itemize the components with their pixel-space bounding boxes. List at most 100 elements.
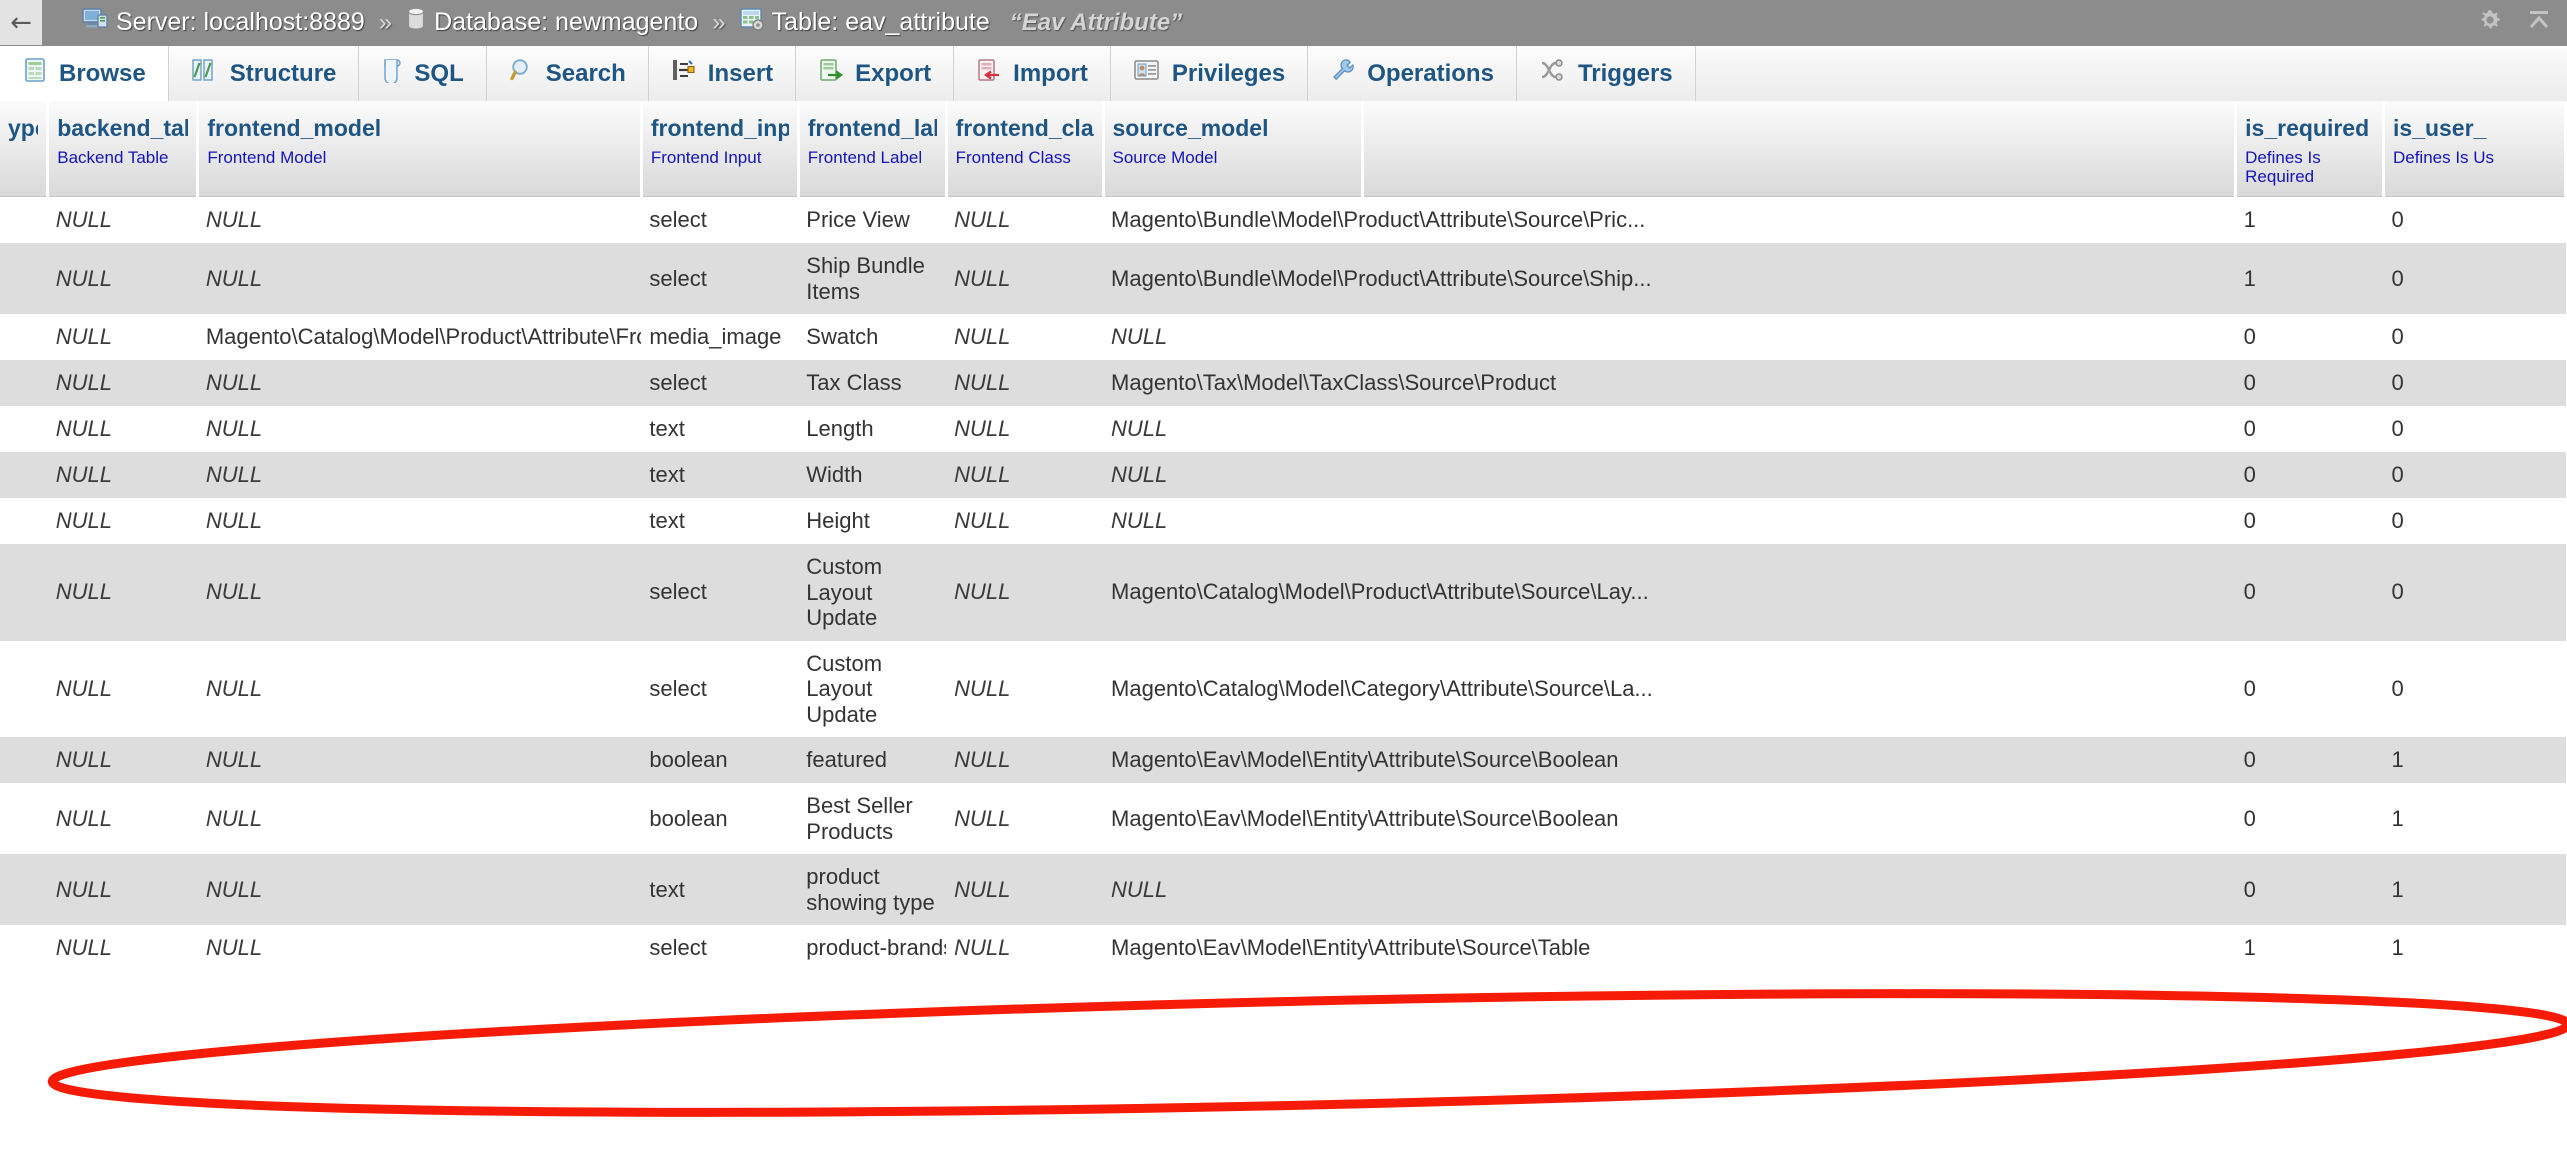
back-button[interactable]: ← [0, 0, 42, 45]
cell-type[interactable] [0, 314, 48, 361]
cell-backend-table[interactable]: NULL [47, 783, 198, 855]
cell-backend-table[interactable]: NULL [47, 196, 198, 244]
tab-structure[interactable]: Structure [168, 46, 360, 101]
gear-icon[interactable] [2477, 7, 2503, 38]
breadcrumb-item-server[interactable]: Server: localhost:8889 [82, 7, 365, 38]
table-row[interactable]: NULL NULL select Custom Layout Update NULL Ma… [0, 640, 2566, 738]
cell-source-model[interactable]: Magento\Catalog\Model\Product\Attribute\… [1103, 544, 2236, 641]
cell-is-user-defined[interactable]: 1 [2383, 737, 2566, 784]
cell-frontend-input[interactable]: boolean [641, 783, 799, 855]
cell-frontend-label[interactable]: Price View [798, 196, 947, 244]
cell-frontend-model[interactable]: Magento\Catalog\Model\Product\Attribute\… [197, 314, 642, 361]
table-row[interactable]: NULL NULL text Width NULL NULL 0 0 [0, 452, 2566, 499]
cell-source-model[interactable]: NULL [1103, 452, 2236, 499]
cell-source-model[interactable]: Magento\Tax\Model\TaxClass\Source\Produc… [1103, 360, 2236, 407]
cell-frontend-class[interactable]: NULL [946, 925, 1104, 972]
results-grid-container[interactable]: ype backend_table Backend Table frontend… [0, 101, 2567, 1154]
cell-type[interactable] [0, 196, 48, 244]
cell-backend-table[interactable]: NULL [47, 498, 198, 545]
table-row[interactable]: NULL NULL select Ship Bundle Items NULL Magen… [0, 243, 2566, 315]
column-header-source-model[interactable]: source_model Source Model [1103, 101, 1364, 198]
tab-import[interactable]: Import [954, 46, 1111, 101]
cell-frontend-model[interactable]: NULL [197, 854, 642, 926]
cell-source-model[interactable]: NULL [1103, 406, 2236, 453]
cell-frontend-model[interactable]: NULL [197, 452, 642, 499]
column-header-frontend-label[interactable]: frontend_label Frontend Label [798, 101, 948, 198]
cell-backend-table[interactable]: NULL [47, 737, 198, 784]
cell-frontend-class[interactable]: NULL [946, 783, 1104, 855]
tab-privileges[interactable]: Privileges [1110, 46, 1309, 101]
cell-backend-table[interactable]: NULL [47, 360, 198, 407]
table-row[interactable]: NULL Magento\Catalog\Model\Product\Attrib… [0, 314, 2566, 361]
column-header-backend-table[interactable]: backend_table Backend Table [47, 101, 200, 198]
tab-search[interactable]: Search [486, 46, 649, 101]
cell-is-user-defined[interactable]: 0 [2383, 196, 2566, 244]
cell-frontend-label[interactable]: Best Seller Products [798, 783, 947, 855]
cell-source-model[interactable]: NULL [1103, 854, 2236, 926]
table-row[interactable]: NULL NULL select product-brands NULL Magento\… [0, 925, 2566, 972]
cell-frontend-label[interactable]: Height [798, 498, 947, 545]
column-header-frontend-class[interactable]: frontend_class Frontend Class [946, 101, 1105, 198]
cell-source-model[interactable]: Magento\Bundle\Model\Product\Attribute\S… [1103, 243, 2236, 315]
cell-frontend-label[interactable]: product showing type [798, 854, 947, 926]
cell-frontend-input[interactable]: boolean [641, 737, 799, 784]
table-row[interactable]: NULL NULL boolean featured NULL Magento\Eav\M… [0, 737, 2566, 784]
cell-frontend-class[interactable]: NULL [946, 243, 1104, 315]
cell-type[interactable] [0, 406, 48, 453]
table-row[interactable]: NULL NULL text Length NULL NULL 0 0 [0, 406, 2566, 453]
cell-backend-table[interactable]: NULL [47, 243, 198, 315]
cell-is-required[interactable]: 0 [2235, 640, 2384, 738]
tab-triggers[interactable]: Triggers [1516, 46, 1696, 101]
cell-frontend-class[interactable]: NULL [946, 737, 1104, 784]
cell-source-model[interactable]: NULL [1103, 498, 2236, 545]
cell-frontend-input[interactable]: select [641, 925, 799, 972]
column-header-is-user-defined[interactable]: is_user_ Defines Is Us [2383, 101, 2567, 198]
tab-export[interactable]: Export [796, 46, 955, 101]
cell-is-required[interactable]: 1 [2235, 925, 2384, 972]
cell-backend-table[interactable]: NULL [47, 406, 198, 453]
cell-is-required[interactable]: 1 [2235, 243, 2384, 315]
cell-frontend-class[interactable]: NULL [946, 544, 1104, 641]
cell-source-model[interactable]: Magento\Eav\Model\Entity\Attribute\Sourc… [1103, 925, 2236, 972]
cell-source-model[interactable]: Magento\Bundle\Model\Product\Attribute\S… [1103, 196, 2236, 244]
cell-frontend-label[interactable]: product-brands [798, 925, 947, 972]
cell-frontend-label[interactable]: Swatch [798, 314, 947, 361]
cell-frontend-model[interactable]: NULL [197, 360, 642, 407]
cell-backend-table[interactable]: NULL [47, 544, 198, 641]
cell-is-required[interactable]: 0 [2235, 452, 2384, 499]
cell-type[interactable] [0, 737, 48, 784]
cell-source-model[interactable]: Magento\Eav\Model\Entity\Attribute\Sourc… [1103, 737, 2236, 784]
cell-is-user-defined[interactable]: 0 [2383, 314, 2566, 361]
cell-is-user-defined[interactable]: 1 [2383, 783, 2566, 855]
cell-backend-table[interactable]: NULL [47, 640, 198, 738]
cell-type[interactable] [0, 544, 48, 641]
cell-is-user-defined[interactable]: 1 [2383, 925, 2566, 972]
cell-source-model[interactable]: Magento\Eav\Model\Entity\Attribute\Sourc… [1103, 783, 2236, 855]
cell-is-required[interactable]: 0 [2235, 783, 2384, 855]
cell-backend-table[interactable]: NULL [47, 452, 198, 499]
tab-browse[interactable]: Browse [0, 46, 169, 101]
cell-frontend-class[interactable]: NULL [946, 360, 1104, 407]
cell-type[interactable] [0, 925, 48, 972]
cell-type[interactable] [0, 640, 48, 738]
cell-is-required[interactable]: 0 [2235, 544, 2384, 641]
tab-sql[interactable]: SQL [359, 46, 487, 101]
cell-backend-table[interactable]: NULL [47, 314, 198, 361]
cell-is-user-defined[interactable]: 0 [2383, 360, 2566, 407]
cell-is-required[interactable]: 0 [2235, 314, 2384, 361]
cell-frontend-model[interactable]: NULL [197, 925, 642, 972]
cell-is-required[interactable]: 0 [2235, 360, 2384, 407]
cell-is-required[interactable]: 1 [2235, 196, 2384, 244]
cell-frontend-input[interactable]: select [641, 196, 799, 244]
cell-frontend-class[interactable]: NULL [946, 314, 1104, 361]
cell-frontend-model[interactable]: NULL [197, 544, 642, 641]
table-row[interactable]: NULL NULL select Custom Layout Update NULL Ma… [0, 544, 2566, 641]
table-row[interactable]: NULL NULL text product showing type NULL NULL… [0, 854, 2566, 926]
cell-is-user-defined[interactable]: 1 [2383, 854, 2566, 926]
cell-frontend-class[interactable]: NULL [946, 406, 1104, 453]
cell-frontend-model[interactable]: NULL [197, 737, 642, 784]
cell-frontend-class[interactable]: NULL [946, 498, 1104, 545]
cell-frontend-label[interactable]: Custom Layout Update [798, 640, 947, 738]
cell-source-model[interactable]: Magento\Catalog\Model\Category\Attribute… [1103, 640, 2236, 738]
table-row[interactable]: NULL NULL select Price View NULL Magento\Bund… [0, 196, 2566, 244]
